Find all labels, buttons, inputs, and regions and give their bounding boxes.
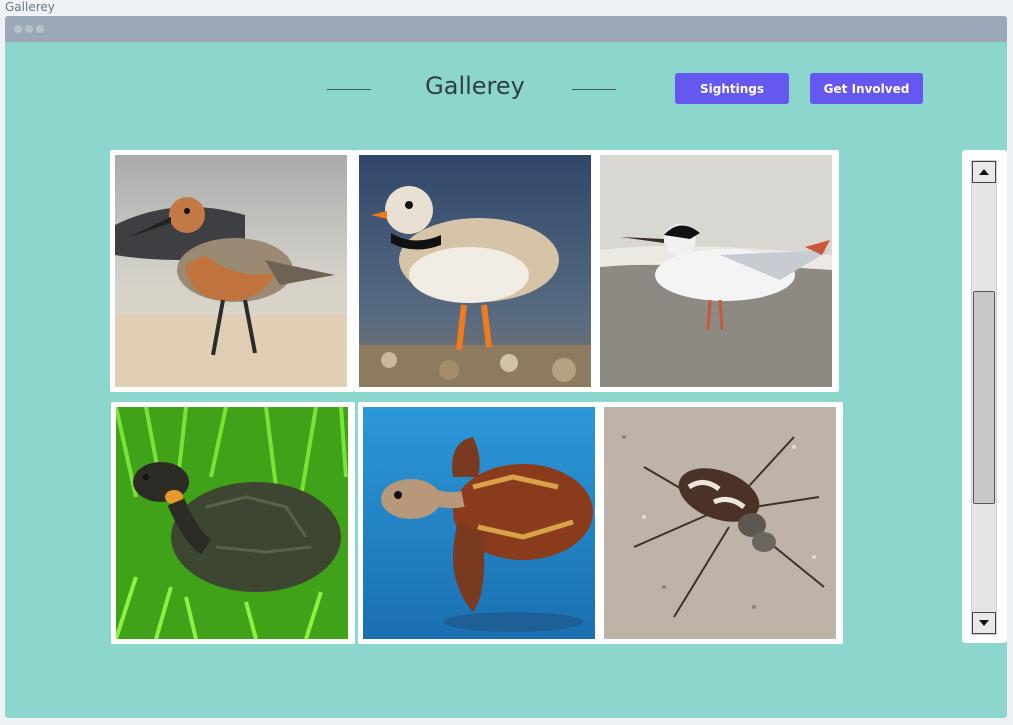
title-divider-left bbox=[327, 89, 371, 90]
gallery-tile-bog-turtle[interactable] bbox=[111, 402, 355, 644]
tiger-beetle-photo bbox=[604, 407, 836, 639]
gallery-tile-sea-turtle[interactable] bbox=[358, 402, 602, 644]
least-tern-photo bbox=[600, 155, 832, 387]
window-titlebar bbox=[5, 16, 1007, 42]
gallery-tile-red-knot[interactable] bbox=[110, 150, 354, 392]
sightings-button[interactable]: Sightings bbox=[675, 73, 789, 104]
scroll-down-button[interactable] bbox=[972, 612, 996, 634]
arrow-up-icon bbox=[979, 169, 989, 175]
window-dot-icon bbox=[25, 25, 33, 33]
scrollbar-thumb[interactable] bbox=[973, 291, 995, 504]
piping-plover-photo bbox=[359, 155, 591, 387]
document-label: Gallerey bbox=[5, 0, 55, 14]
red-knot-photo bbox=[115, 155, 347, 387]
bog-turtle-photo bbox=[116, 407, 348, 639]
gallery-tile-least-tern[interactable] bbox=[595, 150, 839, 392]
scrollbar-track[interactable] bbox=[971, 160, 997, 635]
window-dot-icon bbox=[14, 25, 22, 33]
sea-turtle-photo bbox=[363, 407, 595, 639]
app-window: Gallerey Sightings Get Involved bbox=[5, 16, 1007, 718]
scrollbar-panel bbox=[962, 150, 1007, 643]
window-dot-icon bbox=[36, 25, 44, 33]
get-involved-button[interactable]: Get Involved bbox=[810, 73, 923, 104]
page-title: Gallerey bbox=[425, 72, 525, 100]
scroll-up-button[interactable] bbox=[972, 161, 996, 183]
title-divider-right bbox=[572, 89, 616, 90]
gallery-tile-piping-plover[interactable] bbox=[354, 150, 598, 392]
gallery-tile-tiger-beetle[interactable] bbox=[599, 402, 843, 644]
arrow-down-icon bbox=[979, 620, 989, 626]
